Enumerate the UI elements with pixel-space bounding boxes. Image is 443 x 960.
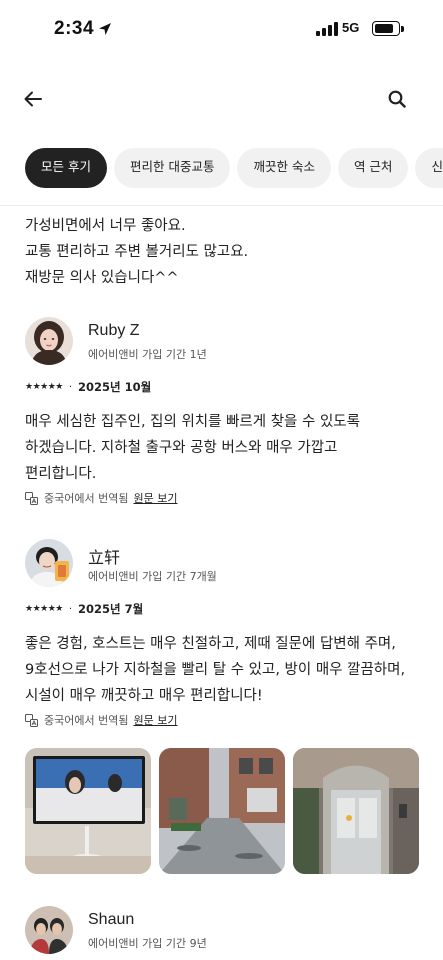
chip-all-reviews[interactable]: 모든 후기 (25, 148, 107, 188)
reviewer-meta: 에어비앤비 가입 기간 9년 (88, 937, 207, 950)
avatar[interactable] (25, 317, 73, 365)
translation-note: 중국어에서 번역됨 (44, 492, 129, 505)
chip-public-transport[interactable]: 편리한 대중교통 (113, 148, 231, 188)
avatar[interactable] (25, 906, 73, 954)
status-time: 2:34 (54, 18, 95, 39)
signal-icon (316, 22, 338, 36)
reviewer-meta: 에어비앤비 가입 기간 1년 (88, 348, 207, 361)
chip-near-station[interactable]: 역 근처 (337, 148, 409, 188)
review-body: 매우 세심한 집주인, 집의 위치를 빠르게 찾을 수 있도록 하겠습니다. 지… (25, 409, 425, 487)
review-photo-tv[interactable] (25, 748, 151, 874)
separator-dot: · (68, 603, 73, 615)
review-line: 편리합니다. (25, 466, 97, 482)
star-rating: ★★★★★ (25, 382, 63, 392)
rating-row: ★★★★★ · 2025년 7월 (25, 602, 143, 616)
reviewer-meta: 에어비앤비 가입 기간 7개월 (88, 570, 217, 583)
intro-line: 가성비면에서 너무 좋아요. (25, 218, 186, 234)
review-line: 매우 세심한 집주인, 집의 위치를 빠르게 찾을 수 있도록 (25, 414, 360, 430)
reviewer-name: 立轩 (88, 550, 121, 567)
intro-line: 교통 편리하고 주변 볼거리도 많고요. (25, 244, 249, 260)
translate-icon (25, 491, 38, 505)
reviewer-name: Shaun (88, 911, 135, 928)
chip-fast[interactable]: 신속 (415, 148, 443, 188)
rating-row: ★★★★★ · 2025년 10월 (25, 380, 151, 394)
back-button[interactable] (20, 86, 46, 112)
translate-icon (25, 713, 38, 727)
review-line: 시설이 매우 깨끗하고 매우 편리합니다! (25, 688, 263, 704)
review-card: Shaun 에어비앤비 가입 기간 9년 (25, 906, 425, 960)
separator-dot: · (68, 381, 73, 393)
search-button[interactable] (384, 86, 410, 112)
reviewer-name: Ruby Z (88, 322, 140, 339)
review-photos (25, 748, 419, 874)
review-date: 2025년 10월 (78, 380, 152, 394)
battery-tip (401, 26, 404, 32)
review-card: 立轩 에어비앤비 가입 기간 7개월 ★★★★★ · 2025년 7월 좋은 경… (25, 539, 425, 739)
battery-icon (372, 21, 400, 36)
review-photo-alley[interactable] (159, 748, 285, 874)
review-line: 9호선으로 나가 지하철을 빨리 탈 수 있고, 방이 매우 깔끔하며, (25, 662, 406, 678)
view-original-link[interactable]: 원문 보기 (133, 712, 177, 728)
review-line: 좋은 경험, 호스트는 매우 친절하고, 제때 질문에 답변해 주며, (25, 636, 396, 652)
intro-line: 재방문 의사 있습니다^^ (25, 270, 179, 286)
review-line: 하겠습니다. 지하철 출구와 공항 버스와 매우 가깝고 (25, 440, 338, 456)
back-arrow-icon (24, 91, 42, 107)
status-bar: 2:34 5G (0, 0, 443, 60)
star-rating: ★★★★★ (25, 604, 63, 614)
review-date: 2025년 7월 (78, 602, 144, 616)
network-label: 5G (342, 20, 360, 35)
translation-row: 중국어에서 번역됨 원문 보기 (25, 712, 177, 728)
divider (0, 205, 443, 206)
avatar[interactable] (25, 539, 73, 587)
review-card: Ruby Z 에어비앤비 가입 기간 1년 ★★★★★ · 2025년 10월 … (25, 317, 425, 507)
review-photo-entrance[interactable] (293, 748, 419, 874)
search-icon (388, 90, 406, 108)
review-body: 좋은 경험, 호스트는 매우 친절하고, 제때 질문에 답변해 주며, 9호선으… (25, 631, 425, 709)
translation-note: 중국어에서 번역됨 (44, 714, 129, 727)
filter-chips: 모든 후기편리한 대중교통깨끗한 숙소역 근처신속 (25, 148, 443, 188)
location-arrow-icon (99, 23, 111, 35)
view-original-link[interactable]: 원문 보기 (133, 490, 177, 506)
intro-review-text: 가성비면에서 너무 좋아요. 교통 편리하고 주변 볼거리도 많고요. 재방문 … (25, 213, 425, 291)
translation-row: 중국어에서 번역됨 원문 보기 (25, 490, 177, 506)
chip-clean-lodging[interactable]: 깨끗한 숙소 (237, 148, 331, 188)
